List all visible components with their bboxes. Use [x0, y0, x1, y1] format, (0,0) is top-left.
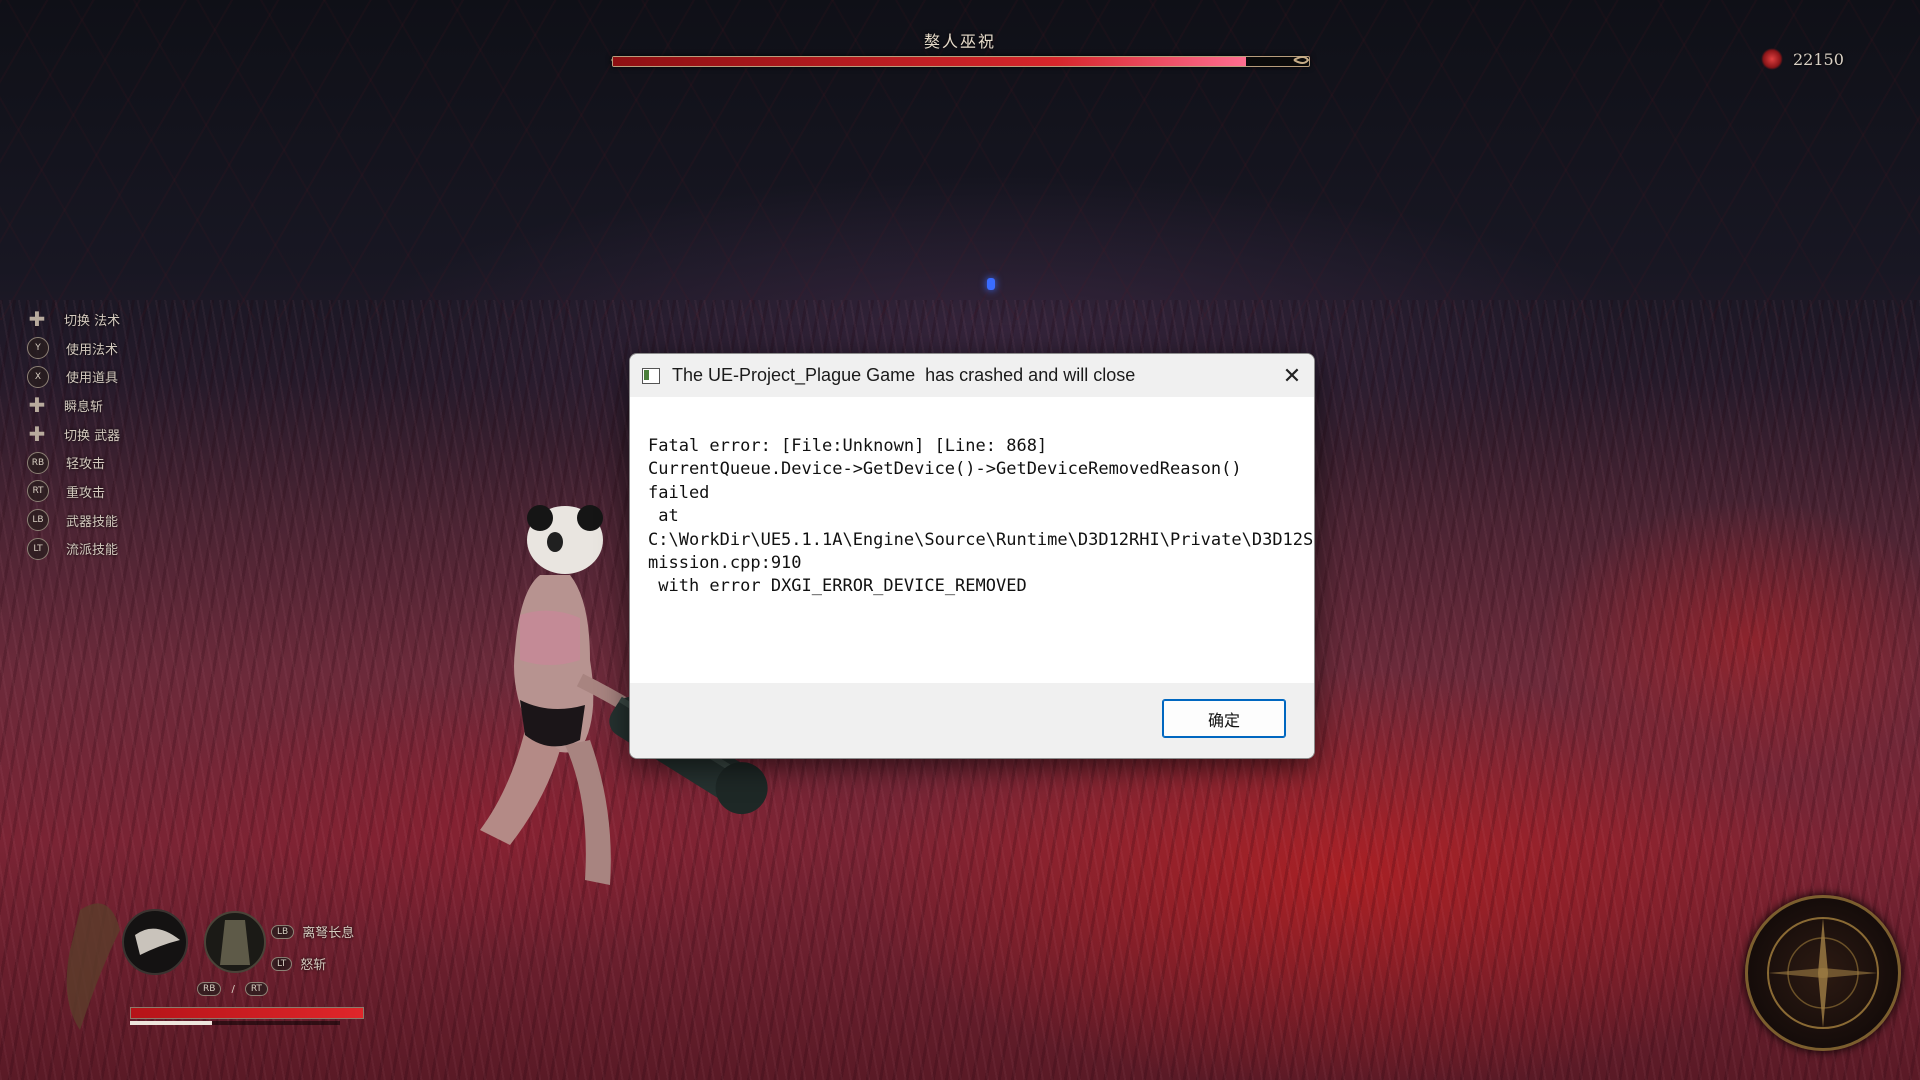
control-hint-label: 使用道具: [66, 371, 119, 387]
control-hint-label: 武器技能: [66, 514, 119, 530]
soul-icon: [1761, 48, 1783, 70]
control-hint-label: 切换 法术: [64, 313, 121, 329]
boss-health-bar: [612, 56, 1310, 67]
rt-button-icon: RT: [244, 982, 268, 996]
rb-button-icon: RB: [197, 982, 222, 996]
compass-icon: [1745, 895, 1901, 1051]
dpad-icon: ✚: [28, 307, 46, 332]
x-button-icon: X: [27, 365, 49, 388]
boss-bar-right-ornament: [1293, 56, 1310, 64]
control-hint-label: 流派技能: [66, 543, 119, 559]
control-hints: ✚ 切换 法术 Y 使用法术 X 使用道具 ✚ 瞬息斩 ✚ 切换 武器 RB 轻攻击 RT 重…: [27, 305, 120, 563]
control-hint-label: 使用法术: [66, 342, 119, 358]
player-stamina-bar: [130, 1021, 340, 1025]
dpad-icon: ✚: [28, 393, 46, 418]
crash-dialog: The UE-Project_Plague Game has crashed a…: [629, 353, 1315, 759]
control-hint: Y 使用法术: [27, 334, 120, 363]
rt-button-icon: RT: [27, 480, 49, 503]
style-skill-row: LT 怒斩: [271, 954, 326, 973]
weapon-skill-row: LB 离弩长息: [271, 922, 354, 941]
boss-health-fill: [613, 57, 1247, 66]
dialog-titlebar[interactable]: The UE-Project_Plague Game has crashed a…: [630, 354, 1314, 397]
control-hint-label: 切换 武器: [64, 428, 121, 444]
ok-button[interactable]: 确定: [1162, 699, 1286, 738]
boss-name: 獒人巫祝: [923, 32, 996, 51]
soul-count: 22150: [1793, 49, 1844, 69]
player-stamina-fill: [130, 1021, 212, 1025]
separator: /: [231, 983, 235, 995]
control-hint: ✚ 切换 法术: [27, 305, 121, 334]
lt-button-icon: LT: [27, 537, 49, 560]
dialog-title: The UE-Project_Plague Game has crashed a…: [672, 365, 1136, 385]
y-button-icon: Y: [27, 337, 49, 360]
control-hint-label: 重攻击: [66, 485, 106, 501]
dpad-icon: ✚: [28, 422, 46, 447]
lt-button-icon: LT: [271, 956, 293, 971]
control-hint-label: 瞬息斩: [64, 399, 104, 415]
control-hint: RB 轻攻击: [27, 448, 120, 477]
soul-counter: 22150: [1761, 48, 1844, 70]
control-hint: ✚ 切换 武器: [27, 420, 121, 449]
distant-blue-light: [987, 278, 995, 290]
player-health-fill: [131, 1008, 363, 1018]
weapon-skill-label: 离弩长息: [302, 926, 355, 941]
lb-button-icon: LB: [271, 924, 295, 939]
player-health-bar: [130, 1007, 364, 1019]
equipment-hud: [66, 903, 266, 1030]
control-hint: X 使用道具: [27, 362, 120, 391]
control-hint-label: 轻攻击: [66, 457, 106, 473]
compass-dial: [1767, 917, 1879, 1029]
control-hint: ✚ 瞬息斩: [27, 391, 120, 420]
style-skill-label: 怒斩: [300, 958, 327, 973]
control-hint: LB 武器技能: [27, 506, 120, 535]
attack-buttons: RB / RT: [197, 982, 268, 996]
dialog-footer: 确定: [630, 683, 1314, 758]
dialog-body: Fatal error: [File:Unknown] [Line: 868] …: [630, 397, 1314, 669]
lb-button-icon: LB: [27, 509, 49, 532]
control-hint: LT 流派技能: [27, 535, 120, 564]
control-hint: RT 重攻击: [27, 477, 120, 506]
error-message: Fatal error: [File:Unknown] [Line: 868] …: [648, 436, 1315, 597]
rb-button-icon: RB: [27, 451, 49, 474]
close-button[interactable]: ✕: [1270, 354, 1314, 397]
app-window-icon: [642, 367, 660, 384]
